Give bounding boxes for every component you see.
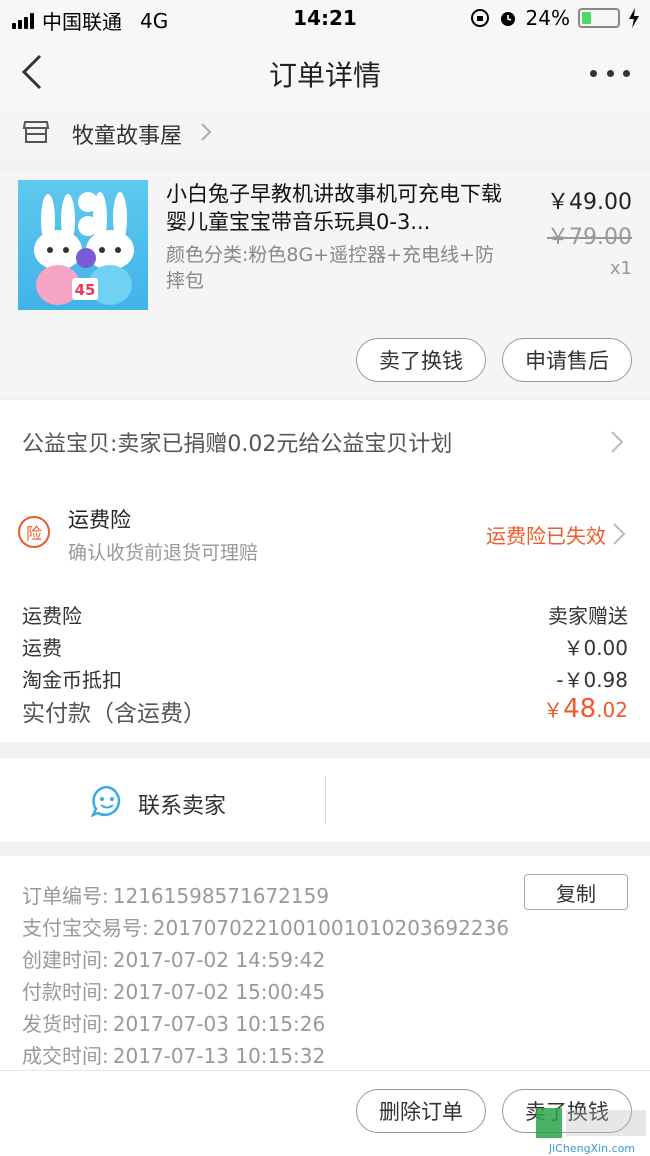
divider xyxy=(325,776,326,824)
store-icon xyxy=(22,121,50,143)
page-title: 订单详情 xyxy=(268,59,381,92)
battery-icon xyxy=(578,8,620,28)
total-decimal: .02 xyxy=(596,698,628,722)
created-time: 2017-07-02 14:59:42 xyxy=(112,948,326,972)
status-right: 24% xyxy=(470,6,640,30)
copy-button[interactable]: 复制 xyxy=(524,874,628,910)
status-bar: 中国联通 4G 14:21 24% xyxy=(0,0,650,38)
charging-icon xyxy=(629,8,639,28)
alarm-icon xyxy=(500,12,515,26)
contact-seller-button[interactable]: 联系卖家 xyxy=(138,788,226,820)
more-dot-icon xyxy=(606,69,614,77)
product-price: ￥49.00 xyxy=(547,190,632,215)
product-image[interactable]: 45 xyxy=(18,180,148,310)
info-label: 支付宝交易号: xyxy=(22,916,149,940)
total-currency: ￥ xyxy=(543,698,564,722)
charity-row[interactable]: 公益宝贝:卖家已捐赠0.02元给公益宝贝计划 xyxy=(0,400,650,484)
fee-label: 运费险 xyxy=(22,604,82,628)
total-row: 实付款（含运费） ￥48.02 xyxy=(22,694,628,730)
total-label: 实付款（含运费） xyxy=(22,701,206,727)
product-spec: 颜色分类:粉色8G+遥控器+充电线+防摔包 xyxy=(166,244,494,292)
order-number-row: 订单编号: 12161598571672159 xyxy=(22,880,329,909)
fee-summary: 运费险 卖家赠送 运费 ￥0.00 淘金币抵扣 -￥0.98 实付款（含运费） … xyxy=(0,580,650,742)
fee-value: -￥0.98 xyxy=(556,668,628,692)
chevron-right-icon xyxy=(611,431,624,453)
rotation-lock-icon xyxy=(470,9,489,27)
created-time-row: 创建时间: 2017-07-02 14:59:42 xyxy=(22,944,325,973)
completed-time: 2017-07-13 10:15:32 xyxy=(112,1044,326,1068)
battery-percent: 24% xyxy=(525,6,570,30)
fee-value: ￥0.00 xyxy=(563,636,628,660)
info-label: 订单编号: xyxy=(22,884,109,908)
insurance-badge-icon: 险 xyxy=(18,516,50,548)
chat-face-icon[interactable] xyxy=(90,784,124,818)
charity-text: 公益宝贝:卖家已捐赠0.02元给公益宝贝计划 xyxy=(22,432,453,457)
insurance-subtitle: 确认收货前退货可理赔 xyxy=(68,542,259,564)
fee-label: 运费 xyxy=(22,636,62,660)
svg-text:45: 45 xyxy=(75,281,96,299)
order-info: 订单编号: 12161598571672159 复制 支付宝交易号: 2017070… xyxy=(0,856,650,1070)
paid-time-row: 付款时间: 2017-07-02 15:00:45 xyxy=(22,976,325,1005)
fee-row: 运费险 卖家赠送 xyxy=(22,600,628,630)
more-dot-icon xyxy=(590,69,597,77)
shop-header[interactable]: 牧童故事屋 xyxy=(0,110,650,160)
more-button[interactable] xyxy=(590,58,630,88)
watermark-text: JiChengXin.com xyxy=(548,1142,635,1155)
nav-bar: 订单详情 xyxy=(0,38,650,110)
alipay-number-row: 支付宝交易号: 2017070221001001010203692236 xyxy=(22,912,509,941)
sell-button[interactable]: 卖了换钱 xyxy=(356,338,486,382)
info-label: 成交时间: xyxy=(22,1044,109,1068)
order-number: 12161598571672159 xyxy=(112,884,330,908)
fee-row: 运费 ￥0.00 xyxy=(22,632,628,662)
chevron-right-icon xyxy=(201,123,212,141)
fee-label: 淘金币抵扣 xyxy=(22,668,122,692)
contact-bar: 联系卖家 xyxy=(0,758,650,842)
completed-time-row: 成交时间: 2017-07-13 10:15:32 xyxy=(22,1040,325,1069)
info-label: 发货时间: xyxy=(22,1012,109,1036)
total-amount: ￥48.02 xyxy=(543,694,628,724)
delete-order-button[interactable]: 删除订单 xyxy=(356,1089,486,1133)
alipay-number: 2017070221001001010203692236 xyxy=(152,916,510,940)
shipped-time: 2017-07-03 10:15:26 xyxy=(112,1012,326,1036)
insurance-title: 运费险 xyxy=(68,508,131,532)
fee-row: 淘金币抵扣 -￥0.98 xyxy=(22,664,628,694)
info-label: 创建时间: xyxy=(22,948,109,972)
shipped-time-row: 发货时间: 2017-07-03 10:15:26 xyxy=(22,1008,325,1037)
paid-time: 2017-07-02 15:00:45 xyxy=(112,980,326,1004)
more-dot-icon xyxy=(623,69,630,77)
product-quantity: x1 xyxy=(609,258,632,279)
fee-value: 卖家赠送 xyxy=(548,604,628,628)
shipping-insurance-row[interactable]: 险 运费险 确认收货前退货可理赔 运费险已失效 xyxy=(0,484,650,580)
watermark-logo: JiChengXin.com xyxy=(536,1108,646,1155)
product-card: 45 小白兔子早教机讲故事机可充电下载婴儿童宝宝带音乐玩具0-3... 颜色分类… xyxy=(0,170,650,396)
info-label: 付款时间: xyxy=(22,980,109,1004)
total-integer: 48 xyxy=(563,694,597,724)
after-sale-button[interactable]: 申请售后 xyxy=(502,338,632,382)
bunny-toy-illustration: 45 xyxy=(34,192,134,305)
insurance-status: 运费险已失效 xyxy=(486,524,606,548)
shop-name: 牧童故事屋 xyxy=(72,124,183,149)
product-title[interactable]: 小白兔子早教机讲故事机可充电下载婴儿童宝宝带音乐玩具0-3... xyxy=(166,180,506,236)
product-original-price: ￥79.00 xyxy=(547,225,632,250)
chevron-right-icon xyxy=(613,523,626,545)
